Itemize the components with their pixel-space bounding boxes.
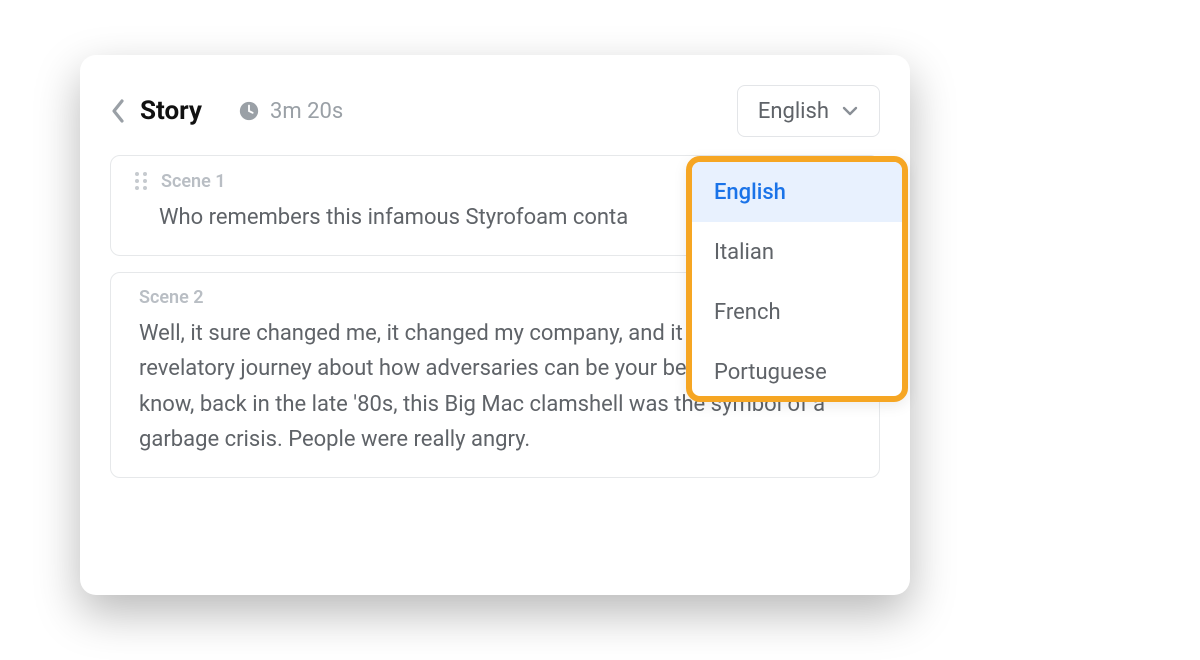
page-title: Story bbox=[140, 96, 202, 126]
chevron-down-icon bbox=[841, 102, 859, 120]
language-dropdown-button[interactable]: English bbox=[737, 85, 880, 137]
language-option-portuguese[interactable]: Portuguese bbox=[692, 342, 902, 402]
clock-icon bbox=[238, 100, 260, 122]
back-icon[interactable] bbox=[110, 98, 126, 124]
duration-label: 3m 20s bbox=[270, 99, 343, 124]
story-header: Story 3m 20s English bbox=[110, 83, 880, 139]
language-option-french[interactable]: French bbox=[692, 282, 902, 342]
language-option-italian[interactable]: Italian bbox=[692, 222, 902, 282]
drag-handle-icon[interactable] bbox=[133, 170, 149, 192]
language-option-english[interactable]: English bbox=[692, 162, 902, 222]
scene-label: Scene 2 bbox=[139, 287, 204, 308]
scene-label: Scene 1 bbox=[161, 171, 226, 192]
language-selected-label: English bbox=[758, 99, 829, 124]
language-dropdown-menu: English Italian French Portuguese bbox=[686, 156, 908, 402]
